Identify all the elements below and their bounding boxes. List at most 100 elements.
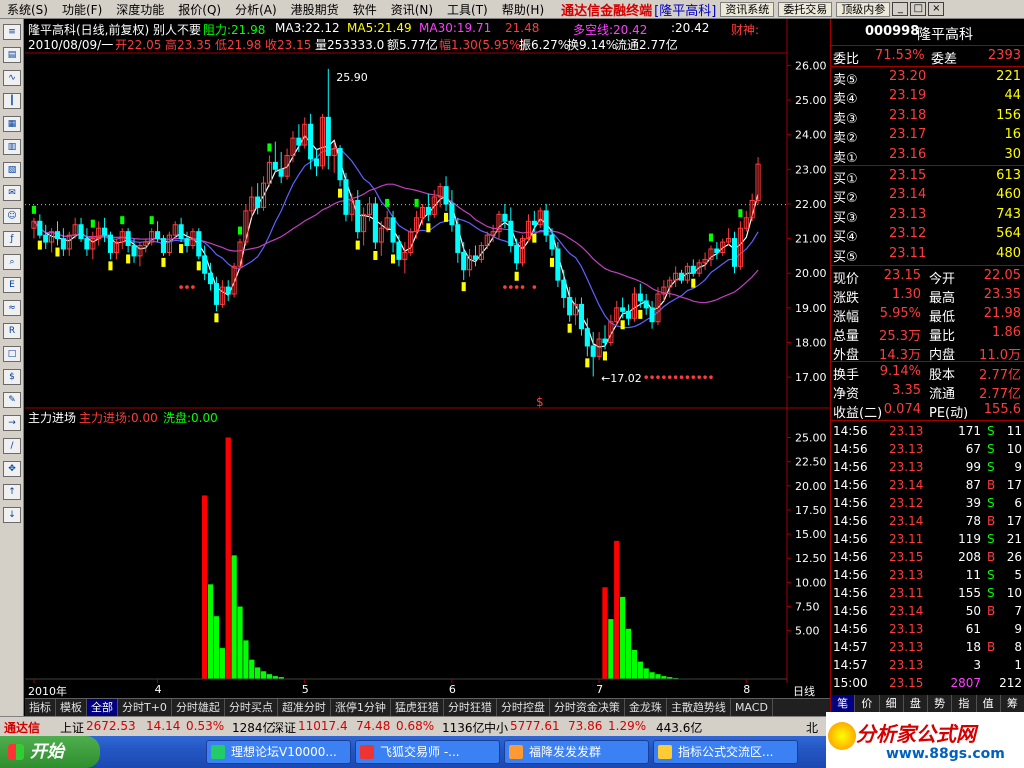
- tab-kongpan[interactable]: 分时控盘: [497, 699, 550, 716]
- start-button[interactable]: 开始: [0, 736, 100, 768]
- exit-icon[interactable]: →: [3, 415, 21, 431]
- minimize-icon[interactable]: _: [892, 2, 909, 16]
- ask-row[interactable]: 卖④ 23.19 44: [831, 87, 1024, 107]
- tab-zhangting[interactable]: 涨停1分钟: [331, 699, 391, 716]
- tick-price: 23.15: [889, 676, 924, 690]
- table-icon[interactable]: ▥: [3, 139, 21, 155]
- wash-bar: [237, 606, 243, 679]
- bid-row[interactable]: 买① 23.15 613: [831, 167, 1024, 187]
- zx-index[interactable]: 5777.61: [510, 719, 560, 733]
- wrench-icon[interactable]: ✎: [3, 392, 21, 408]
- quote-tab[interactable]: 价: [855, 695, 880, 713]
- ask-row[interactable]: 卖③ 23.18 156: [831, 107, 1024, 127]
- bid-row[interactable]: 买② 23.14 460: [831, 186, 1024, 206]
- sz-index[interactable]: 11017.4: [298, 719, 348, 733]
- tab-chaozhun[interactable]: 超准分时: [278, 699, 331, 716]
- list-icon[interactable]: ▤: [3, 47, 21, 63]
- bid-row[interactable]: 买④ 23.12 564: [831, 225, 1024, 245]
- level-label: 卖③: [833, 111, 858, 127]
- users-icon[interactable]: ☺: [3, 208, 21, 224]
- dollar-icon[interactable]: $: [3, 369, 21, 385]
- rsi-icon[interactable]: R: [3, 323, 21, 339]
- stock-code: 000998: [865, 24, 920, 39]
- move-icon[interactable]: ✥: [3, 461, 21, 477]
- grid-icon[interactable]: ▧: [3, 162, 21, 178]
- main-inflow-bar: [202, 495, 208, 679]
- menu-hk-futures[interactable]: 港股期货: [284, 1, 346, 18]
- wave-icon[interactable]: ≈: [3, 300, 21, 316]
- menu-quote[interactable]: 报价(Q): [171, 1, 228, 18]
- stat-value: 1.86: [992, 325, 1021, 340]
- menu-tools[interactable]: 工具(T): [440, 1, 495, 18]
- quote-tab[interactable]: 指: [952, 695, 977, 713]
- sh-index[interactable]: 2672.53: [86, 719, 136, 733]
- tab-indicator[interactable]: 指标: [25, 699, 56, 716]
- quote-list-icon[interactable]: ≡: [3, 24, 21, 40]
- tick-time: 14:57: [833, 640, 868, 654]
- menu-deep-function[interactable]: 深度功能: [109, 1, 171, 18]
- quote-tab[interactable]: 值: [977, 695, 1001, 713]
- insider-button[interactable]: 顶级内参: [836, 1, 891, 17]
- kline-chart-icon[interactable]: ┃: [3, 93, 21, 109]
- wash-bar: [608, 619, 614, 679]
- menu-news[interactable]: 资讯(N): [384, 1, 440, 18]
- intraday-chart-icon[interactable]: ∿: [3, 70, 21, 86]
- formula-icon[interactable]: ƒ: [3, 231, 21, 247]
- quote-tab[interactable]: 盘: [904, 695, 928, 713]
- menu-system[interactable]: 系统(S): [0, 1, 55, 18]
- menu-analysis[interactable]: 分析(A): [228, 1, 284, 18]
- pen-icon[interactable]: /: [3, 438, 21, 454]
- search-icon[interactable]: ⌕: [3, 254, 21, 270]
- task-forum[interactable]: 理想论坛V10000...: [206, 740, 351, 764]
- watermark-url: www.88gs.com: [886, 746, 1005, 762]
- ask-row[interactable]: 卖① 23.16 30: [831, 146, 1024, 166]
- ma3-label: MA3:22.12: [275, 21, 340, 35]
- etf-icon[interactable]: E: [3, 277, 21, 293]
- menu-software[interactable]: 软件: [346, 1, 384, 18]
- task-formula[interactable]: 指标公式交流区...: [653, 740, 798, 764]
- quote-tab[interactable]: 筹: [1001, 695, 1024, 713]
- ask-row[interactable]: 卖② 23.17 16: [831, 126, 1024, 146]
- task-group[interactable]: 福降发发发群: [504, 740, 649, 764]
- panel-icon[interactable]: □: [3, 346, 21, 362]
- tab-jinlongzhu[interactable]: 金龙珠: [625, 699, 667, 716]
- close-icon[interactable]: ×: [928, 2, 945, 16]
- menu-help[interactable]: 帮助(H): [495, 1, 551, 18]
- stock-name: 隆平高科: [917, 27, 973, 43]
- ask-row[interactable]: 卖⑤ 23.20 221: [831, 68, 1024, 88]
- task-label: 指标公式交流区...: [678, 745, 774, 759]
- dollar-marker: $: [536, 395, 544, 409]
- tab-zijin[interactable]: 分时资金决策: [550, 699, 625, 716]
- report-icon[interactable]: ▦: [3, 116, 21, 132]
- candle-body: [443, 186, 449, 205]
- ma3-line: [33, 134, 759, 348]
- arrow-up-icon[interactable]: ↑: [3, 484, 21, 500]
- trade-button[interactable]: 委托交易: [778, 1, 833, 17]
- quote-tab[interactable]: 细: [880, 695, 904, 713]
- tab-macd[interactable]: MACD: [731, 699, 773, 716]
- news-system-button[interactable]: 资讯系统: [720, 1, 775, 17]
- bid-row[interactable]: 买⑤ 23.11 480: [831, 245, 1024, 265]
- tab-all[interactable]: 全部: [87, 699, 118, 716]
- menu-function[interactable]: 功能(F): [55, 1, 109, 18]
- task-feihu[interactable]: 飞狐交易师 -...: [355, 740, 500, 764]
- maximize-icon[interactable]: □: [910, 2, 927, 16]
- candle-body: [178, 224, 184, 240]
- bid-row[interactable]: 买③ 23.13 743: [831, 206, 1024, 226]
- tab-xiongqi[interactable]: 分时雄起: [172, 699, 225, 716]
- tab-menghu[interactable]: 猛虎狂猎: [391, 699, 444, 716]
- arrow-down-icon[interactable]: ↓: [3, 507, 21, 523]
- tab-buypoint[interactable]: 分时买点: [225, 699, 278, 716]
- signal-red-dot: [508, 285, 513, 289]
- tab-kuanglie[interactable]: 分时狂猎: [444, 699, 497, 716]
- tab-t0[interactable]: 分时T+0: [118, 699, 172, 716]
- chart-area[interactable]: 26.00 25.00 24.00 23.00 22.00 21.00 20.00 19.00…: [25, 19, 830, 683]
- tab-template[interactable]: 模板: [56, 699, 87, 716]
- tab-zhusan[interactable]: 主散趋势线: [667, 699, 731, 716]
- wash-bar: [260, 671, 267, 679]
- stat-value: 1.30: [892, 287, 921, 302]
- quote-tab[interactable]: 势: [928, 695, 953, 713]
- news-icon[interactable]: ✉: [3, 185, 21, 201]
- ma5-label: MA5:21.49: [347, 21, 412, 35]
- quote-tab[interactable]: 笔: [831, 695, 856, 713]
